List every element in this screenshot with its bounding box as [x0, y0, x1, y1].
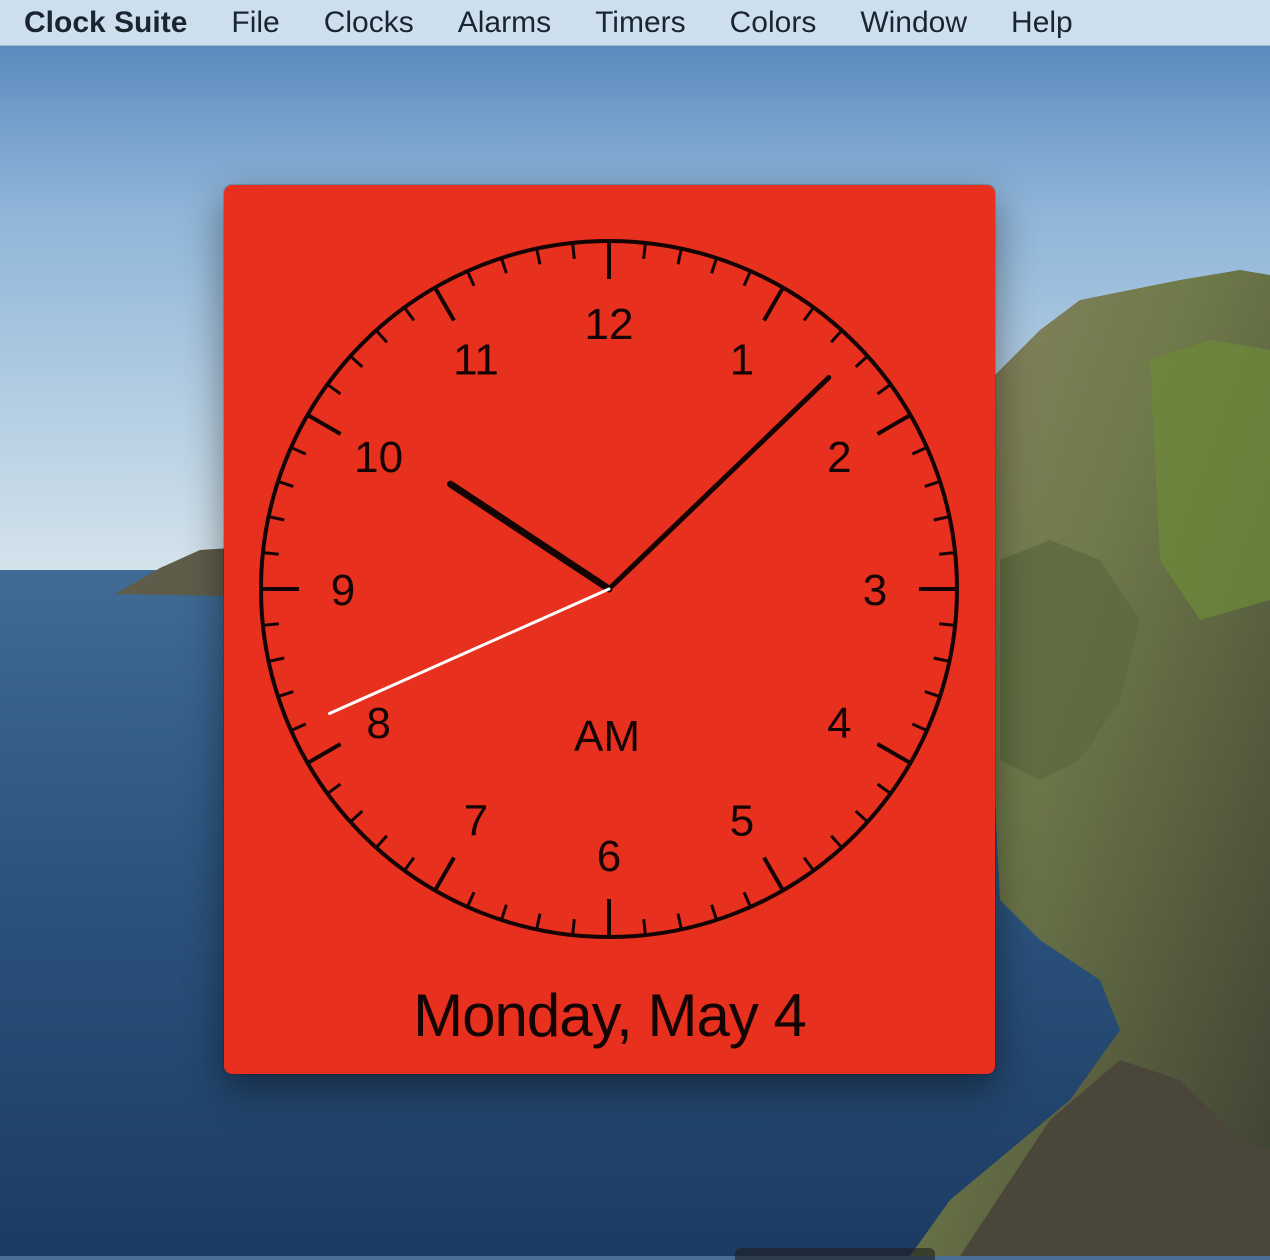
menu-help[interactable]: Help [1011, 6, 1073, 40]
dock-edge [735, 1248, 935, 1260]
menu-timers[interactable]: Timers [595, 6, 686, 40]
numeral-8: 8 [366, 699, 390, 748]
minor-tick [571, 919, 576, 936]
numeral-1: 1 [730, 336, 754, 385]
minor-tick [642, 242, 647, 259]
minor-tick [642, 919, 647, 936]
numeral-10: 10 [354, 433, 403, 482]
menu-app-name[interactable]: Clock Suite [24, 6, 187, 40]
minor-tick [939, 551, 956, 556]
numeral-3: 3 [863, 566, 887, 615]
numeral-4: 4 [827, 699, 851, 748]
numeral-5: 5 [730, 796, 754, 845]
numeral-6: 6 [597, 832, 621, 881]
minor-tick [262, 551, 279, 556]
numeral-12: 12 [585, 300, 634, 349]
menu-window[interactable]: Window [860, 6, 967, 40]
clock-face: 12 1 2 3 4 5 6 7 8 9 10 11 AM [224, 185, 995, 1074]
numeral-2: 2 [827, 433, 851, 482]
menu-alarms[interactable]: Alarms [458, 6, 551, 40]
menu-bar: Clock Suite File Clocks Alarms Timers Co… [0, 0, 1270, 46]
date-label: Monday, May 4 [413, 982, 807, 1049]
menu-file[interactable]: File [231, 6, 279, 40]
numeral-9: 9 [331, 566, 355, 615]
am-pm-label: AM [574, 712, 640, 761]
numeral-7: 7 [464, 796, 488, 845]
minor-tick [262, 622, 279, 627]
numeral-11: 11 [453, 336, 499, 385]
menu-colors[interactable]: Colors [730, 6, 817, 40]
minor-tick [939, 622, 956, 627]
minor-tick [571, 242, 576, 259]
menu-clocks[interactable]: Clocks [324, 6, 414, 40]
clock-window[interactable]: 12 1 2 3 4 5 6 7 8 9 10 11 AM Monday, Ma… [224, 185, 995, 1074]
